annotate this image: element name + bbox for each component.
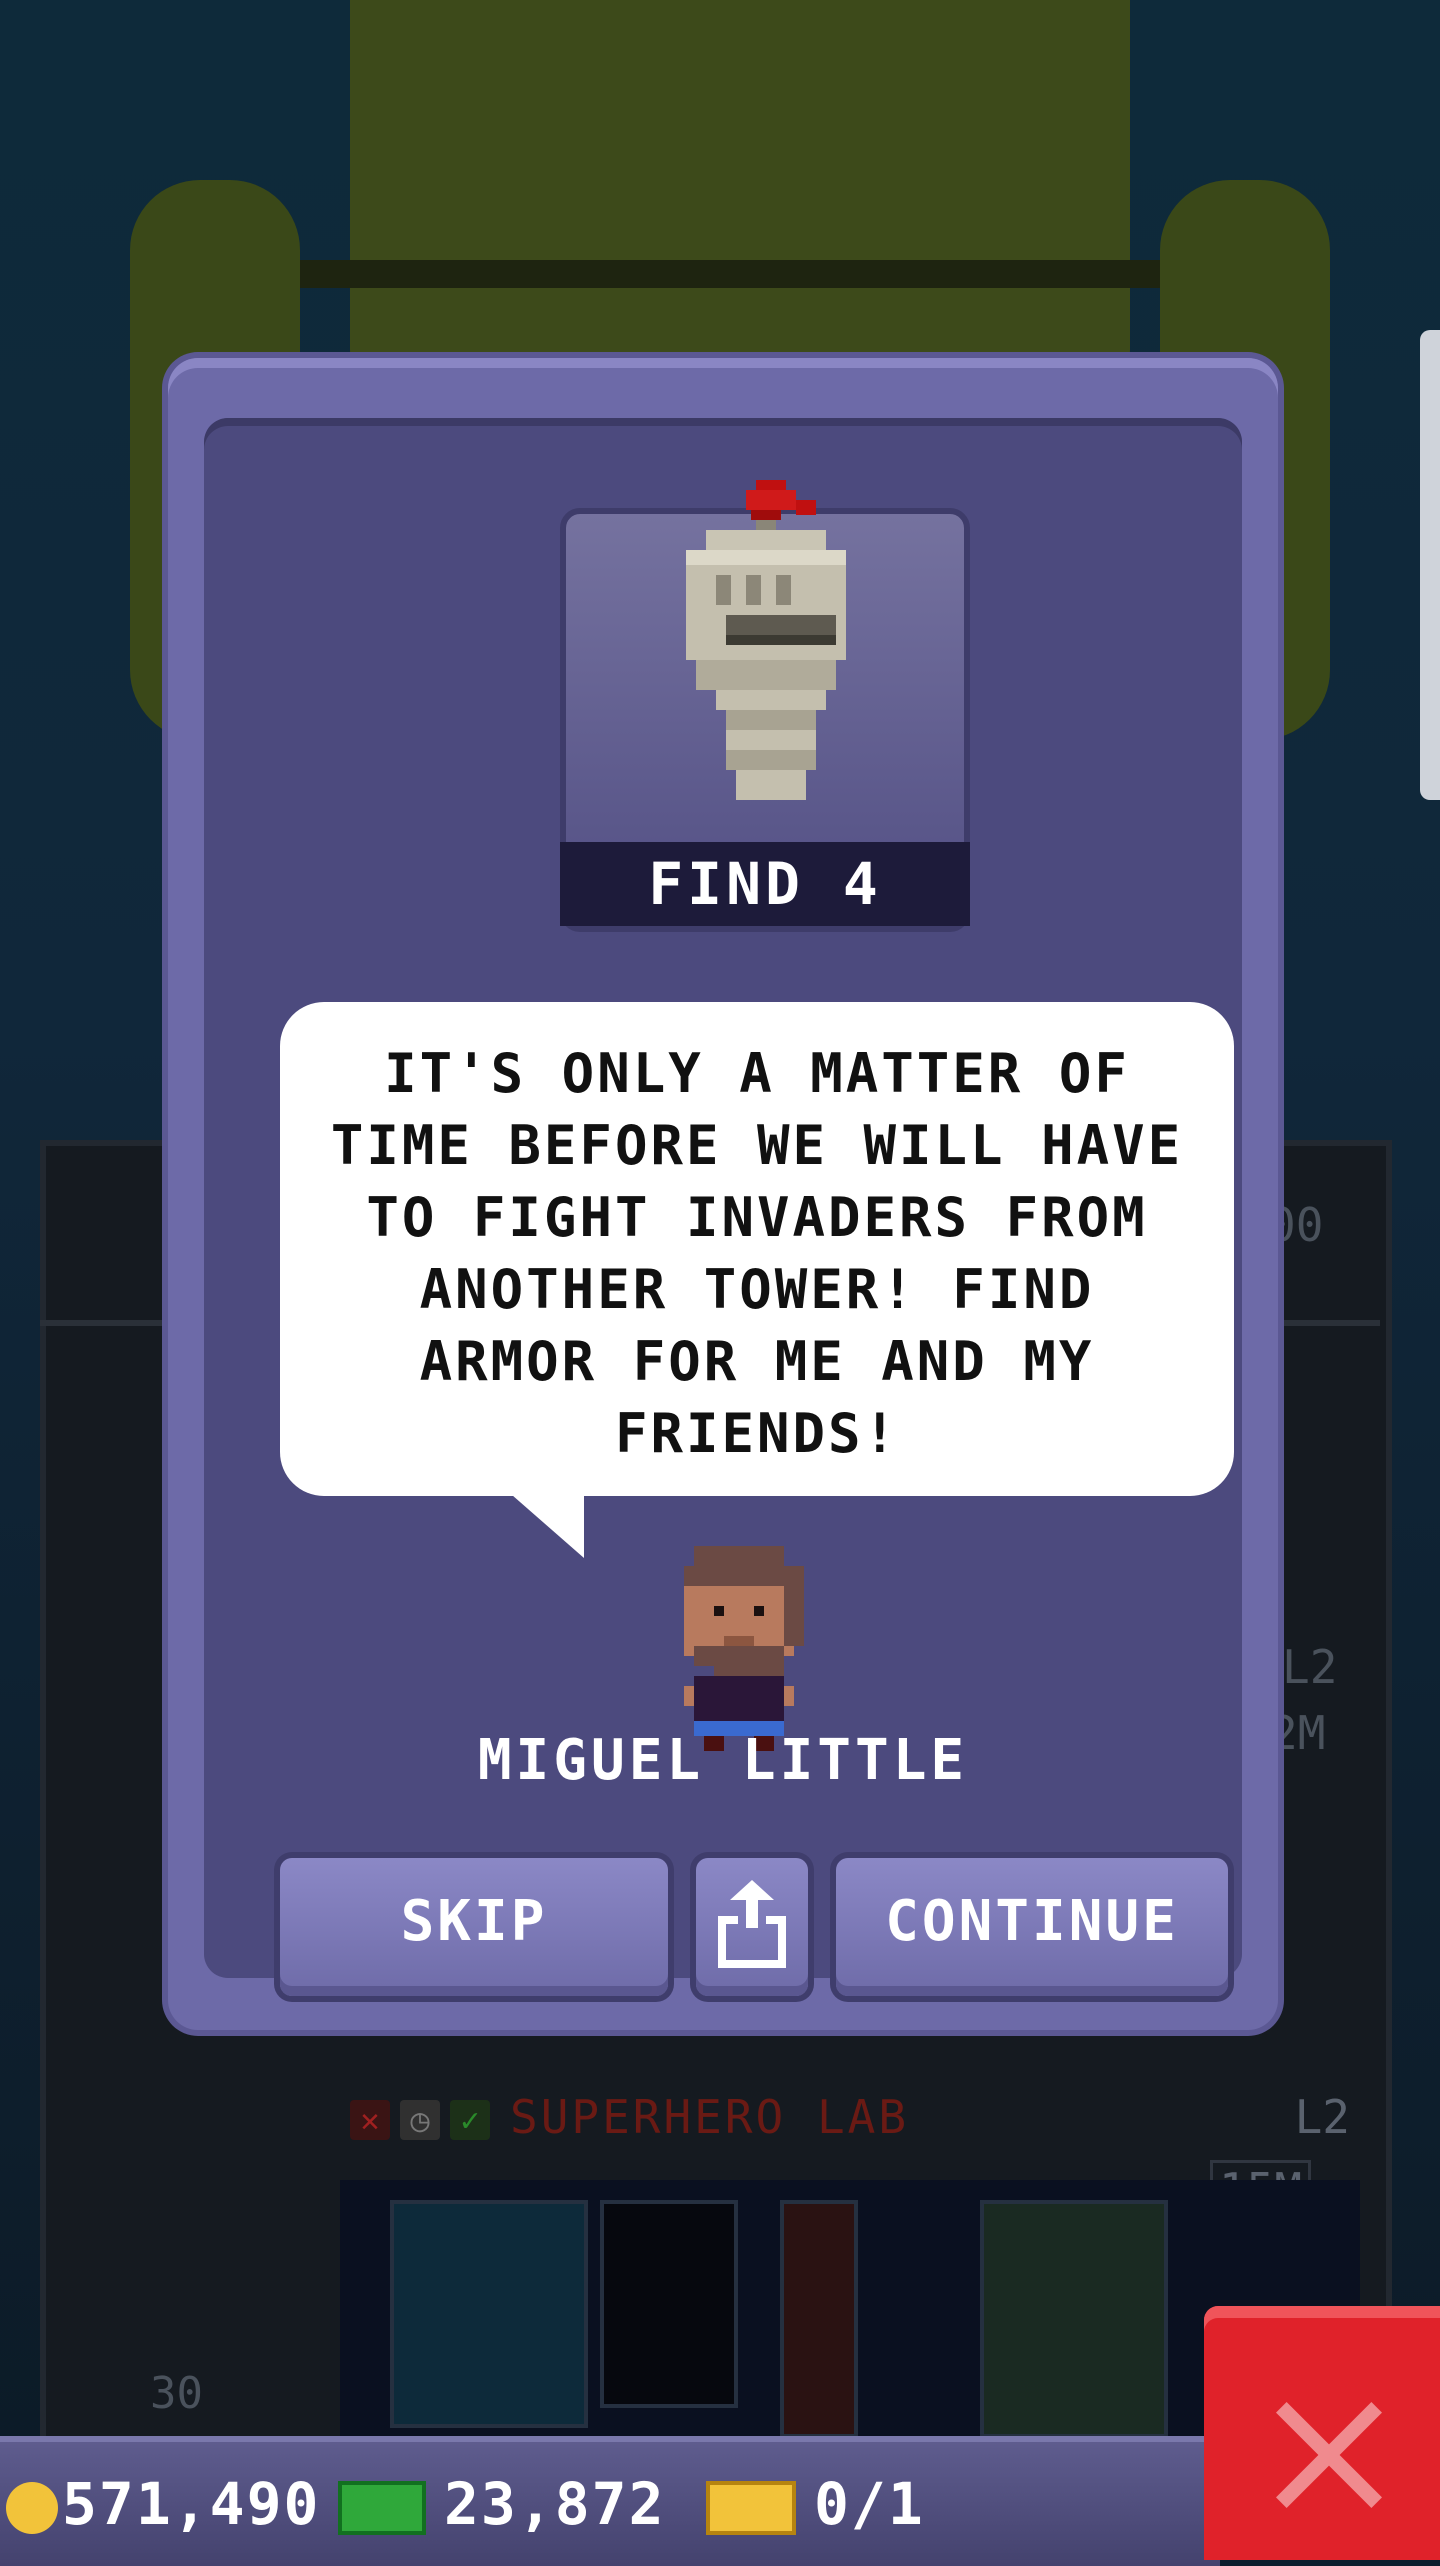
character-name: MIGUEL LITTLE xyxy=(477,1728,969,1793)
knight-helmet-icon xyxy=(686,480,846,800)
speech-bubble-tail xyxy=(504,1488,584,1558)
currency-bar: 571,490 23,872 0/1 xyxy=(0,2436,1220,2566)
coin-icon xyxy=(6,2481,58,2534)
quest-dialog: FIND 4 IT'S ONLY A MATTER OF TIME BEFORE… xyxy=(168,358,1278,2030)
golden-ticket-icon xyxy=(706,2480,796,2535)
floor-header-superhero-lab[interactable]: ✕ ◷ ✓ SUPERHERO LAB L2 xyxy=(330,2090,1350,2150)
lab-tesla-coil xyxy=(780,2200,858,2438)
skip-button[interactable]: SKIP xyxy=(280,1858,668,1996)
side-scroll-handle[interactable] xyxy=(1420,330,1440,800)
share-button[interactable] xyxy=(696,1858,808,1996)
close-button[interactable] xyxy=(1204,2306,1440,2560)
side-floor-level: L2 xyxy=(1282,1640,1338,1694)
check-icon: ✓ xyxy=(450,2100,490,2140)
continue-button[interactable]: CONTINUE xyxy=(836,1858,1228,1996)
speech-text: IT'S ONLY A MATTER OF TIME BEFORE WE WIL… xyxy=(330,1042,1184,1465)
lab-vault xyxy=(980,2200,1168,2438)
bux-value: 23,872 xyxy=(444,2470,666,2538)
lab-poster xyxy=(390,2200,588,2428)
share-icon xyxy=(718,1880,786,1968)
tickets-counter: 0/1 xyxy=(706,2464,925,2544)
tickets-value: 0/1 xyxy=(814,2470,925,2538)
speech-bubble: IT'S ONLY A MATTER OF TIME BEFORE WE WIL… xyxy=(280,1002,1234,1496)
left-floor-number: 30 xyxy=(150,2368,203,2419)
floor-level: L2 xyxy=(1294,2090,1350,2144)
bitizen-avatar xyxy=(684,1546,804,1751)
lab-doorway xyxy=(600,2200,738,2408)
side-floor-cost: 2M xyxy=(1270,1706,1326,1760)
cross-icon: ✕ xyxy=(350,2100,390,2140)
robot-sculpture-head xyxy=(350,0,1130,380)
coins-counter: 571,490 xyxy=(6,2464,320,2544)
coins-value: 571,490 xyxy=(62,2470,321,2538)
bux-counter: 23,872 xyxy=(338,2464,666,2544)
close-icon xyxy=(1276,2402,1382,2508)
clock-icon: ◷ xyxy=(400,2100,440,2140)
quest-item-caption: FIND 4 xyxy=(560,842,970,926)
bux-icon xyxy=(338,2480,426,2535)
robot-sculpture-band xyxy=(300,260,1160,288)
floor-name: SUPERHERO LAB xyxy=(510,2090,910,2144)
quest-dialog-panel: FIND 4 IT'S ONLY A MATTER OF TIME BEFORE… xyxy=(204,418,1242,1996)
